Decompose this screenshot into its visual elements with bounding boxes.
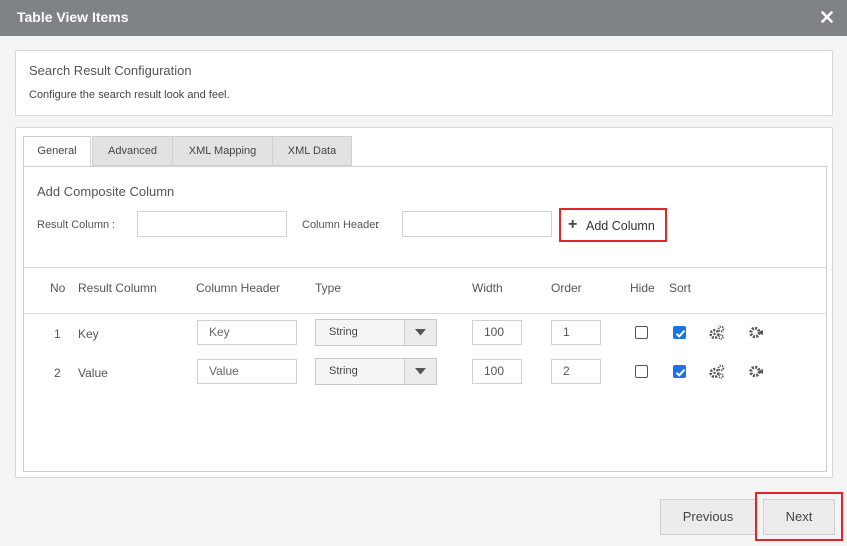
sort-checkbox[interactable] [673,326,686,339]
check-icon [675,368,686,377]
header-width: Width [472,281,503,295]
row-result-column: Key [78,327,99,341]
settings-icon[interactable] [748,364,764,379]
result-column-label: Result Column [37,219,110,231]
type-select-value: String [329,326,358,338]
row-no: 2 [54,366,61,380]
gears-icon[interactable] [709,364,725,379]
order-field[interactable]: 2 [551,359,601,384]
column-header-field[interactable]: Value [197,359,297,384]
dropdown-toggle[interactable] [404,320,436,345]
type-select-value: String [329,365,358,377]
column-header-separator: : [376,219,380,231]
header-result-column: Result Column [78,281,157,295]
settings-icon[interactable] [748,325,764,340]
gears-icon[interactable] [709,325,725,340]
add-column-label: Add Column [586,219,655,233]
row-no: 1 [54,327,61,341]
composite-column-title: Add Composite Column [37,184,175,199]
chevron-down-icon [415,329,426,336]
header-hide: Hide [630,281,655,295]
width-field[interactable]: 100 [472,359,522,384]
tab-xml-mapping[interactable]: XML Mapping [172,136,273,166]
header-order: Order [551,281,582,295]
result-column-input[interactable] [137,211,287,237]
check-icon [675,329,686,338]
general-tab-content: Add Composite Column Result Column : Col… [23,166,827,472]
tab-xml-data[interactable]: XML Data [272,136,352,166]
settings-panel: General Advanced XML Mapping XML Data Ad… [15,127,833,478]
width-field[interactable]: 100 [472,320,522,345]
add-column-button[interactable]: + Add Column [559,208,667,242]
type-select[interactable]: String [315,358,437,385]
plus-icon: + [568,216,578,233]
row-result-column: Value [78,366,108,380]
chevron-down-icon [415,368,426,375]
config-heading: Search Result Configuration [29,63,192,78]
previous-button[interactable]: Previous [660,499,756,535]
divider [24,267,826,268]
header-no: No [50,281,66,295]
hide-checkbox[interactable] [635,365,648,378]
tab-general[interactable]: General [23,136,91,166]
divider [24,313,826,314]
search-result-config-panel: Search Result Configuration Configure th… [15,50,833,116]
config-description: Configure the search result look and fee… [29,89,230,101]
header-column-header: Column Header [196,281,281,295]
hide-checkbox[interactable] [635,326,648,339]
header-sort: Sort [669,281,692,295]
column-header-input[interactable] [402,211,552,237]
dialog-titlebar: Table View Items [0,0,847,36]
dropdown-toggle[interactable] [404,359,436,384]
type-select[interactable]: String [315,319,437,346]
close-icon[interactable] [819,9,835,25]
column-header-label: Column Header [302,219,380,231]
result-column-separator: : [112,219,116,231]
order-field[interactable]: 1 [551,320,601,345]
dialog-title: Table View Items [17,9,129,25]
sort-checkbox[interactable] [673,365,686,378]
header-type: Type [315,281,342,295]
tab-advanced[interactable]: Advanced [92,136,173,166]
column-header-field[interactable]: Key [197,320,297,345]
next-highlight [755,492,843,541]
